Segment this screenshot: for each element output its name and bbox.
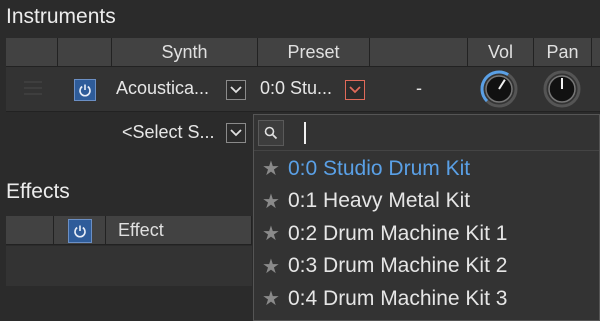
column-header-preset[interactable]: Preset — [258, 38, 370, 67]
effects-title: Effects — [6, 180, 70, 203]
instruments-title: Instruments — [6, 5, 116, 28]
instrument-extra-value: - — [416, 78, 422, 98]
preset-option[interactable]: ★ 0:0 Studio Drum Kit — [254, 153, 600, 184]
effects-header: Effect — [6, 216, 252, 245]
preset-option-label: 0:0 Studio Drum Kit — [288, 156, 471, 180]
column-header-vol[interactable]: Vol — [468, 38, 534, 67]
synth-select-value[interactable]: Acoustica... — [116, 78, 209, 99]
preset-select-value[interactable]: 0:0 Stu... — [260, 78, 332, 99]
star-icon[interactable]: ★ — [254, 254, 288, 279]
column-header-effect[interactable]: Effect — [106, 216, 252, 245]
pan-knob[interactable] — [541, 68, 583, 110]
preset-option[interactable]: ★ 0:2 Drum Machine Kit 1 — [254, 218, 600, 249]
instrument-row[interactable]: Acoustica... 0:0 Stu... - — [6, 67, 600, 112]
search-button[interactable] — [258, 120, 284, 146]
synth-dropdown-button[interactable] — [226, 80, 246, 100]
preset-search-input[interactable] — [294, 119, 594, 147]
instrument-power-button[interactable] — [74, 79, 96, 101]
header-cell-extra — [370, 38, 468, 67]
preset-option[interactable]: ★ 0:3 Drum Machine Kit 2 — [254, 251, 600, 282]
preset-option-label: 0:3 Drum Machine Kit 2 — [288, 254, 508, 277]
preset-option-label: 0:4 Drum Machine Kit 3 — [288, 286, 508, 310]
new-synth-dropdown-button[interactable] — [226, 123, 246, 143]
column-header-synth[interactable]: Synth — [112, 38, 258, 67]
column-header-pan[interactable]: Pan — [534, 38, 592, 67]
preset-dropdown-list: ★ 0:0 Studio Drum Kit ★ 0:1 Heavy Metal Kit… — [253, 114, 600, 321]
synth-select-placeholder[interactable]: <Select S... — [122, 122, 215, 143]
star-icon[interactable]: ★ — [254, 221, 288, 246]
chevron-down-icon — [349, 86, 361, 94]
preset-dropdown-button[interactable] — [345, 80, 365, 100]
preset-option[interactable]: ★ 0:4 Drum Machine Kit 3 — [254, 283, 600, 314]
header-cell-power — [58, 38, 112, 67]
instruments-header: Synth Preset Vol Pan — [6, 38, 600, 67]
header-cell-drag — [6, 38, 58, 67]
power-icon — [73, 225, 86, 238]
star-icon[interactable]: ★ — [254, 286, 288, 311]
effects-empty-row — [6, 246, 252, 286]
volume-knob[interactable] — [478, 68, 520, 110]
chevron-down-icon — [230, 129, 242, 137]
effects-header-power — [54, 216, 106, 245]
header-cell-end — [592, 38, 600, 67]
preset-search-bar — [254, 115, 599, 151]
preset-option[interactable]: ★ 0:1 Heavy Metal Kit — [254, 186, 600, 217]
preset-options: ★ 0:0 Studio Drum Kit ★ 0:1 Heavy Metal Kit… — [254, 153, 600, 321]
preset-option-label: 0:2 Drum Machine Kit 1 — [288, 221, 508, 245]
effects-power-button[interactable] — [67, 219, 92, 243]
star-icon[interactable]: ★ — [254, 189, 288, 214]
drag-handle-icon[interactable] — [24, 81, 42, 95]
preset-option-label: 0:1 Heavy Metal Kit — [288, 189, 471, 212]
search-icon — [264, 126, 278, 140]
power-icon — [79, 84, 91, 97]
effects-header-drag — [6, 216, 54, 245]
star-icon[interactable]: ★ — [254, 156, 288, 181]
text-cursor — [304, 122, 306, 144]
chevron-down-icon — [230, 86, 242, 94]
